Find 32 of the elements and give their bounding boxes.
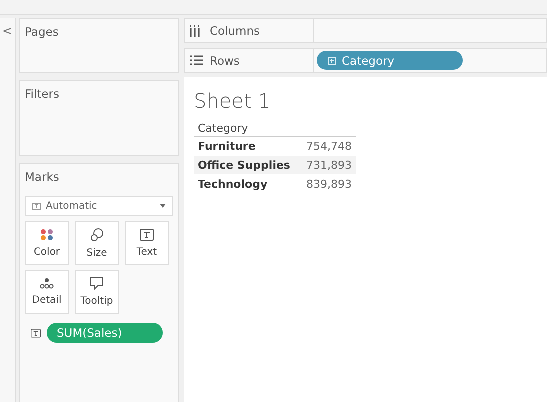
size-shapes-icon [90, 228, 104, 242]
table-cell: 839,893 [306, 178, 352, 190]
speech-bubble-icon [90, 277, 104, 290]
sheet-title: Sheet 1 [194, 89, 272, 113]
column-header: Category [194, 121, 356, 137]
columns-icon [190, 24, 203, 36]
dropdown-value: Automatic [46, 200, 98, 212]
caret-icon [160, 204, 166, 208]
table-cell: 731,893 [306, 158, 352, 172]
card-title: Marks [25, 170, 60, 184]
expand-icon [328, 56, 336, 64]
detail-dots-icon [40, 278, 54, 289]
color-dots-icon [40, 228, 54, 240]
mark-text-button[interactable]: Text [125, 221, 169, 265]
mark-detail-button[interactable]: Detail [25, 270, 69, 314]
text-icon [32, 202, 41, 210]
table-cell: Technology [198, 178, 268, 190]
mark-color-button[interactable]: Color [25, 221, 69, 265]
rows-icon [190, 54, 203, 66]
text-icon [140, 228, 154, 240]
text-icon [31, 328, 41, 338]
shelf-label: Columns [210, 24, 260, 38]
table-cell: Furniture [198, 140, 256, 152]
collapse-button[interactable]: < [2, 24, 13, 38]
card-title: Filters [25, 87, 60, 101]
mark-tooltip-button[interactable]: Tooltip [75, 270, 119, 314]
table-cell: Office Supplies [198, 158, 290, 172]
mark-type-dropdown[interactable]: Automatic [25, 196, 173, 216]
table-cell: 754,748 [306, 140, 352, 152]
card-title: Pages [25, 25, 60, 39]
shelf-label: Rows [210, 54, 240, 68]
mark-size-button[interactable]: Size [75, 221, 119, 265]
